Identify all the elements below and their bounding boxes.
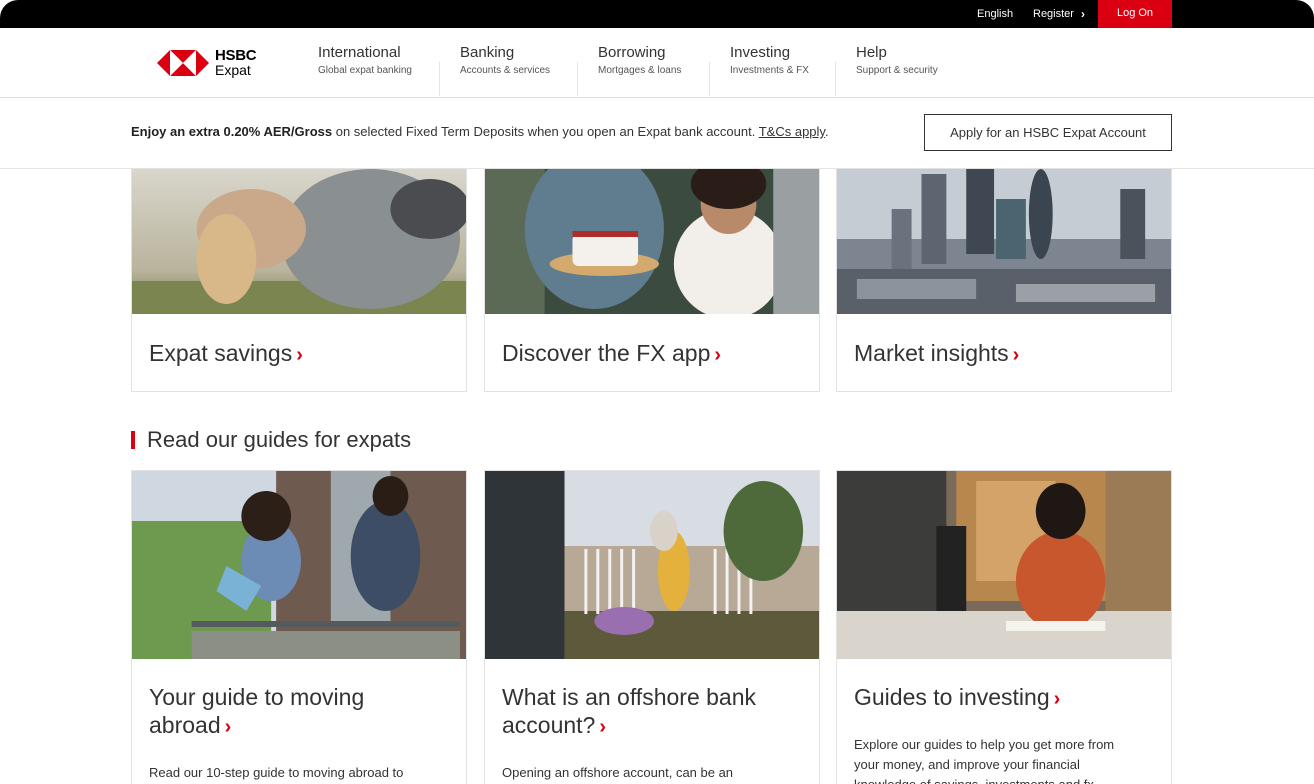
- card-title: Expat savings ›: [149, 339, 303, 369]
- card-title-line: What is an offshore bank: [502, 684, 756, 710]
- promo-text: on selected Fixed Term Deposits when you…: [332, 124, 759, 139]
- heading-accent-bar: [131, 431, 135, 449]
- nav-banking[interactable]: Banking Accounts & services: [460, 44, 550, 80]
- nav-title: Help: [856, 44, 887, 61]
- nav-title: International: [318, 44, 401, 61]
- card-description: Opening an offshore account, can be an: [502, 763, 733, 783]
- main-header: HSBC Expat International Global expat ba…: [0, 28, 1314, 98]
- nav-divider: [709, 62, 710, 96]
- card-desc-line: knowledge of savings, investments and fx: [854, 775, 1114, 784]
- terms-link[interactable]: T&Cs apply: [759, 124, 825, 139]
- guides-heading-text: Read our guides for expats: [147, 427, 412, 452]
- browser-page: English Register › Log On HSBC Expat Int…: [0, 0, 1314, 784]
- nav-help[interactable]: Help Support & security: [856, 44, 938, 80]
- logo-wordmark: HSBC Expat: [215, 47, 257, 78]
- hsbc-hexagon-icon: [157, 50, 209, 76]
- card-description: Explore our guides to help you get more …: [854, 735, 1114, 784]
- card-title: Discover the FX app ›: [502, 339, 721, 369]
- card-desc-line: Explore our guides to help you get more …: [854, 737, 1115, 752]
- log-on-button[interactable]: Log On: [1098, 0, 1172, 28]
- chevron-right-icon: ›: [224, 716, 232, 738]
- card-title-text: Market insights: [854, 340, 1009, 366]
- language-selector[interactable]: English: [977, 8, 1013, 20]
- card-fx-app[interactable]: Discover the FX app ›: [484, 168, 820, 392]
- guides-section-heading: Read our guides for expats: [131, 427, 411, 453]
- chevron-right-icon: ›: [599, 716, 607, 738]
- card-title: What is an offshore bank account? ›: [502, 683, 756, 741]
- register-label: Register: [1033, 8, 1074, 20]
- logo-brand: HSBC: [215, 47, 257, 64]
- card-moving-abroad[interactable]: Your guide to moving abroad › Read our 10…: [131, 470, 467, 784]
- card-title: Market insights ›: [854, 339, 1019, 369]
- nav-divider: [439, 62, 440, 96]
- nav-international[interactable]: International Global expat banking: [318, 44, 412, 80]
- card-title-line: Guides to investing: [854, 684, 1050, 710]
- nav-subtitle: Global expat banking: [318, 65, 412, 76]
- card-title-line: account?: [502, 712, 596, 738]
- nav-subtitle: Accounts & services: [460, 65, 551, 76]
- nav-title: Investing: [730, 44, 791, 61]
- nav-subtitle: Investments & FX: [730, 65, 809, 76]
- register-link[interactable]: Register ›: [1033, 6, 1085, 21]
- nav-title: Banking: [460, 44, 515, 61]
- card-guides-investing[interactable]: Guides to investing › Explore our guides …: [836, 470, 1172, 784]
- hsbc-expat-logo[interactable]: HSBC Expat: [157, 47, 257, 78]
- chevron-right-icon: ›: [1080, 6, 1085, 21]
- promo-bold: Enjoy an extra 0.20% AER/Gross: [131, 124, 333, 139]
- nav-subtitle: Mortgages & loans: [598, 65, 682, 76]
- card-title-text: Expat savings: [149, 340, 293, 366]
- card-title-line: Your guide to moving: [149, 684, 365, 710]
- nav-subtitle: Support & security: [856, 65, 938, 76]
- nav-divider: [577, 62, 578, 96]
- chevron-right-icon: ›: [296, 344, 303, 366]
- utility-bar: English Register › Log On: [0, 0, 1314, 28]
- chevron-right-icon: ›: [1053, 688, 1061, 710]
- family-balcony-image: [132, 471, 466, 659]
- card-market-insights[interactable]: Market insights ›: [836, 168, 1172, 392]
- promo-banner: Enjoy an extra 0.20% AER/Gross on select…: [0, 98, 1314, 169]
- woman-desk-image: [837, 471, 1171, 659]
- family-photo-image: [132, 169, 466, 314]
- card-desc-line: your money, and improve your financial: [854, 757, 1080, 772]
- card-desc-line: Read our 10-step guide to moving abroad …: [149, 765, 404, 780]
- chevron-right-icon: ›: [714, 344, 722, 366]
- chevron-right-icon: ›: [1012, 344, 1020, 366]
- card-desc-line: Opening an offshore account, can be an: [502, 765, 734, 780]
- promo-end: .: [824, 124, 829, 139]
- city-skyline-image: [837, 169, 1171, 314]
- nav-investing[interactable]: Investing Investments & FX: [730, 44, 809, 80]
- nav-title: Borrowing: [598, 44, 666, 61]
- nav-borrowing[interactable]: Borrowing Mortgages & loans: [598, 44, 681, 80]
- card-title-text: Discover the FX app: [502, 340, 711, 366]
- card-title: Your guide to moving abroad ›: [149, 683, 364, 741]
- birthday-photo-image: [485, 169, 819, 314]
- nav-divider: [835, 62, 836, 96]
- logo-sub: Expat: [215, 62, 251, 78]
- couple-terrace-image: [485, 471, 819, 659]
- card-description: Read our 10-step guide to moving abroad …: [149, 763, 403, 783]
- card-title: Guides to investing ›: [854, 683, 1060, 713]
- card-title-line: abroad: [149, 712, 221, 738]
- promo-message: Enjoy an extra 0.20% AER/Gross on select…: [131, 124, 829, 139]
- apply-expat-account-button[interactable]: Apply for an HSBC Expat Account: [924, 114, 1172, 151]
- card-expat-savings[interactable]: Expat savings ›: [131, 168, 467, 392]
- card-offshore-account[interactable]: What is an offshore bank account? › Openi…: [484, 470, 820, 784]
